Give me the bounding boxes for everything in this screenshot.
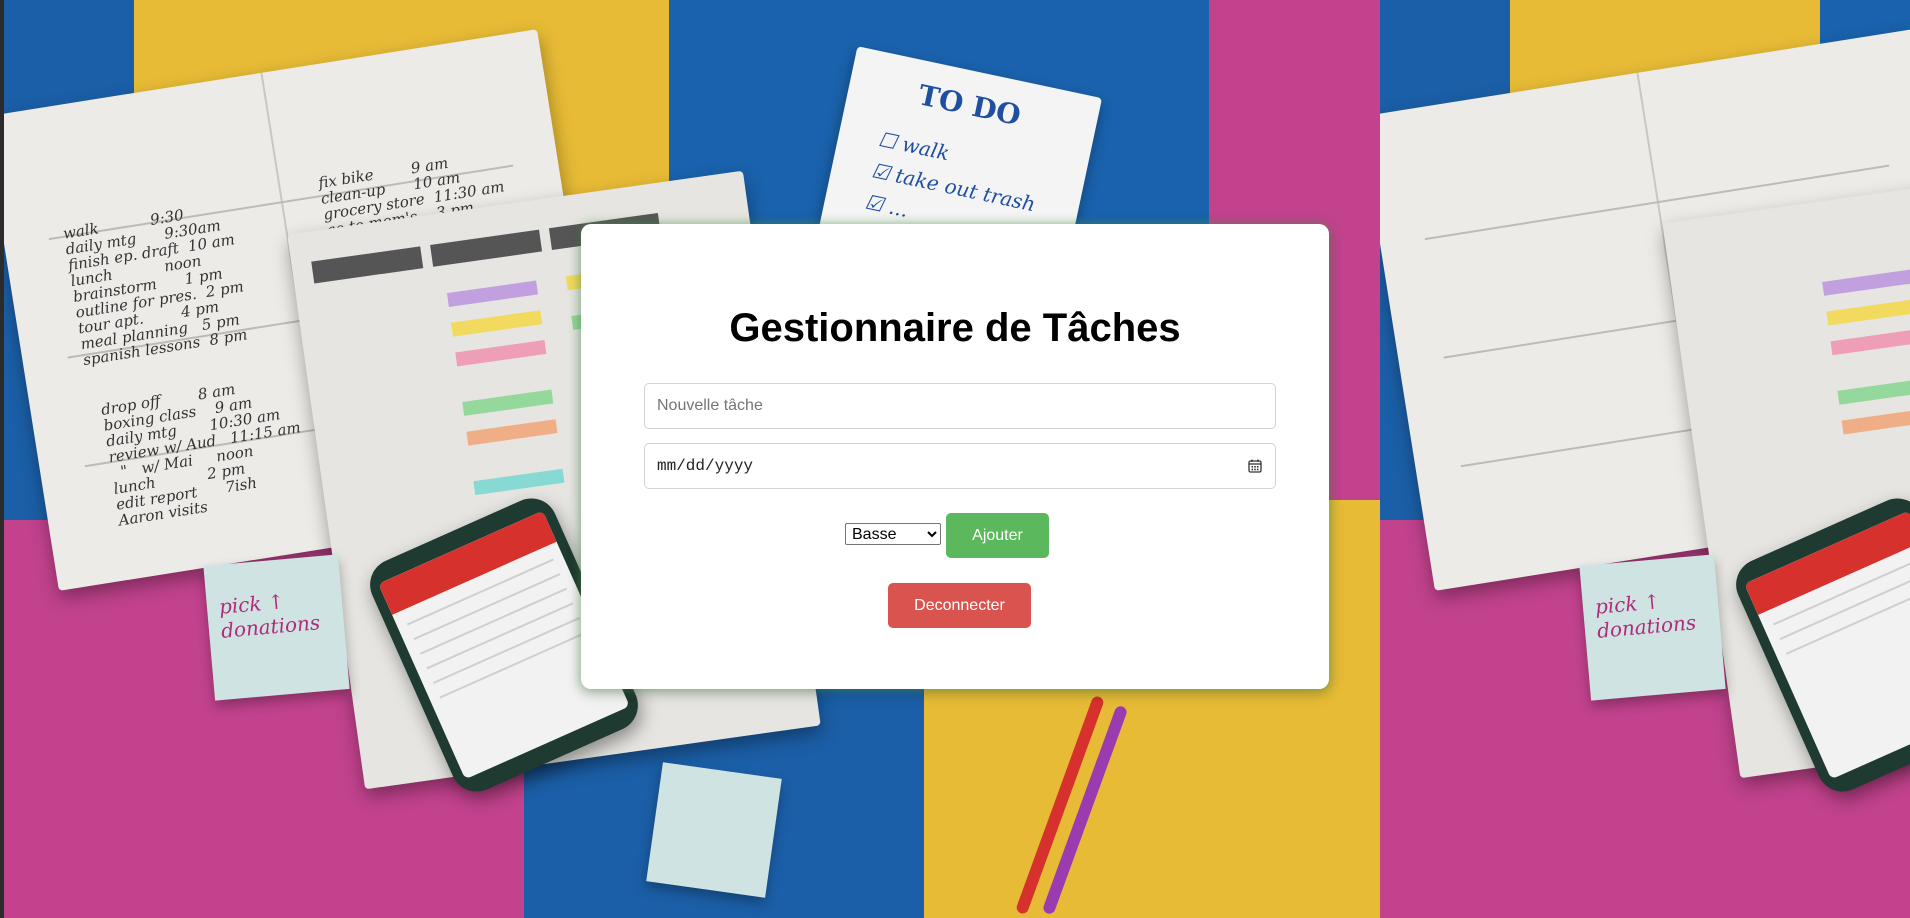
task-manager-card: Gestionnaire de Tâches mm/dd/yyyy Basse … [581,224,1329,689]
add-task-button[interactable]: Ajouter [946,513,1049,558]
calendar-icon[interactable] [1247,458,1263,474]
logout-button[interactable]: Deconnecter [888,583,1031,628]
date-placeholder: mm/dd/yyyy [657,457,754,475]
page-title: Gestionnaire de Tâches [729,306,1181,350]
background-tile-repeat: pick ↑ donations [1380,0,1910,918]
due-date-input[interactable]: mm/dd/yyyy [644,443,1276,489]
priority-select[interactable]: Basse [845,523,941,545]
new-task-input[interactable] [644,383,1276,429]
